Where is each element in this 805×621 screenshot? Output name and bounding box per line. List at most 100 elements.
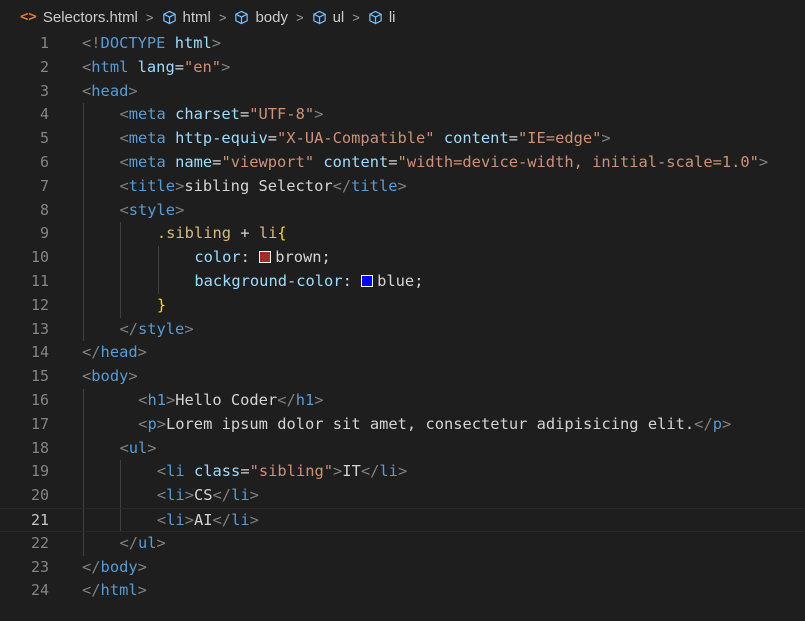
code-line[interactable]: 13 </style>: [0, 318, 805, 342]
code-text: Lorem ipsum dolor sit amet, consectetur …: [166, 414, 695, 433]
tag-bracket: <: [156, 462, 167, 481]
attribute-name: html: [174, 34, 212, 52]
tag-bracket: >: [128, 367, 138, 386]
code-line[interactable]: 23 </body>: [0, 556, 805, 580]
tag-bracket: <: [119, 200, 129, 219]
tag-name: body: [100, 557, 138, 576]
code-line[interactable]: 4 <meta charset="UTF-8">: [0, 103, 805, 127]
line-number: 7: [39, 176, 49, 195]
code-line[interactable]: 17 <p>Lorem ipsum dolor sit amet, consect…: [0, 413, 805, 437]
brace: }: [156, 295, 167, 314]
tag-bracket: >: [314, 105, 324, 124]
code-content: }: [157, 294, 166, 318]
code-line[interactable]: 22 </ul>: [0, 532, 805, 556]
line-number: 15: [30, 367, 49, 386]
line-number: 3: [39, 81, 49, 100]
css-property: background-color: [194, 272, 343, 290]
tag-bracket: </: [212, 486, 232, 505]
code-text: =: [174, 57, 184, 76]
code-line[interactable]: 8 <style>: [0, 199, 805, 223]
code-line[interactable]: 14 </head>: [0, 341, 805, 365]
tag-bracket: </: [119, 319, 138, 338]
code-line[interactable]: 2 <html lang="en">: [0, 56, 805, 80]
code-line[interactable]: 10 color: brown;: [0, 246, 805, 270]
tag-name: head: [100, 343, 138, 362]
breadcrumb-item-html[interactable]: html: [162, 9, 211, 26]
tag-bracket: >: [722, 414, 732, 433]
tag-name: html: [100, 581, 138, 600]
code-line[interactable]: 24 </html>: [0, 579, 805, 603]
tag-name: ul: [128, 438, 148, 457]
code-line[interactable]: 20 <li>CS</li>: [0, 484, 805, 508]
breadcrumb-item-label: ul: [332, 8, 345, 26]
breadcrumb-file[interactable]: <> Selectors.html: [20, 9, 138, 26]
code-line[interactable]: 16 <h1>Hello Coder</h1>: [0, 389, 805, 413]
tag-bracket: </: [360, 462, 380, 481]
code-line[interactable]: 19 <li class="sibling">IT</li>: [0, 460, 805, 484]
tag-bracket: </: [694, 414, 713, 433]
code-text: =: [388, 153, 398, 171]
breadcrumb-item-label: body: [255, 8, 288, 26]
attribute-name: name: [175, 153, 213, 171]
symbol-element-icon: [235, 10, 249, 24]
tag-bracket: >: [175, 200, 185, 219]
tag-name: li: [379, 462, 398, 481]
breadcrumb-item-body[interactable]: body: [234, 9, 288, 26]
tag-bracket: >: [184, 486, 194, 505]
tag-bracket: </: [277, 391, 296, 409]
tag-name: li: [231, 511, 250, 529]
code-line[interactable]: 12}: [0, 294, 805, 318]
tag-name: p: [147, 414, 157, 433]
code-text: sibling Selector: [184, 176, 333, 195]
code-line[interactable]: 9 .sibling + li{: [0, 222, 805, 246]
code-line[interactable]: 5 <meta http-equiv="X-UA-Compatible" cont…: [0, 127, 805, 151]
code-line[interactable]: 18 <ul>: [0, 437, 805, 461]
code-line[interactable]: 11 background-color: blue;: [0, 270, 805, 294]
breadcrumb: <> Selectors.html > html > body > ul > l…: [0, 0, 805, 34]
attribute-name: class: [193, 462, 241, 481]
code-text: Hello Coder: [175, 391, 278, 409]
tag-bracket: >: [249, 486, 259, 505]
code-line[interactable]: 6 <meta name="viewport" content="width=de…: [0, 151, 805, 175]
color-swatch[interactable]: [361, 275, 374, 287]
attribute-value: "en": [184, 57, 222, 76]
tag-bracket: <: [119, 153, 129, 171]
code-content: <p>Lorem ipsum dolor sit amet, consectet…: [138, 413, 731, 437]
color-swatch[interactable]: [259, 251, 272, 264]
line-number: 21: [30, 511, 49, 529]
code-line[interactable]: 21 <li>AI</li>: [0, 508, 805, 532]
line-number: 1: [39, 34, 49, 52]
line-number: 19: [30, 462, 49, 481]
tag-name: li: [231, 486, 250, 505]
tag-bracket: >: [601, 129, 611, 148]
code-line[interactable]: 3 <head>: [0, 80, 805, 104]
tag-name: body: [91, 367, 129, 386]
css-property: color: [194, 248, 241, 267]
code-editor[interactable]: 1 <!DOCTYPE html> 2 <html lang="en"> 3 <head>…: [0, 34, 805, 621]
line-number: 5: [39, 129, 49, 148]
code-content: <li class="sibling">IT</li>: [157, 460, 407, 484]
tag-bracket: >: [397, 176, 407, 195]
tag-bracket: >: [128, 81, 138, 100]
line-number: 23: [30, 557, 49, 576]
line-number: 8: [39, 200, 49, 219]
tag-bracket: >: [147, 438, 157, 457]
code-line[interactable]: 15 <body>: [0, 365, 805, 389]
tag-bracket: >: [397, 462, 408, 481]
attribute-name: http-equiv: [175, 129, 268, 148]
code-line[interactable]: 7 <title>sibling Selector</title>: [0, 175, 805, 199]
breadcrumb-item-ul[interactable]: ul: [312, 8, 345, 26]
tag-bracket: >: [221, 57, 231, 76]
code-text: =: [267, 129, 278, 148]
tag-bracket: >: [314, 391, 324, 409]
attribute-value: "UTF-8": [249, 105, 315, 124]
code-content: </style>: [119, 318, 193, 342]
tag-bracket: >: [137, 557, 147, 576]
tag-name: meta: [128, 153, 166, 171]
code-line[interactable]: 1 <!DOCTYPE html>: [0, 32, 805, 56]
breadcrumb-item-li[interactable]: li: [368, 9, 396, 26]
code-text: IT: [342, 462, 361, 481]
tag-name: li: [166, 511, 185, 529]
